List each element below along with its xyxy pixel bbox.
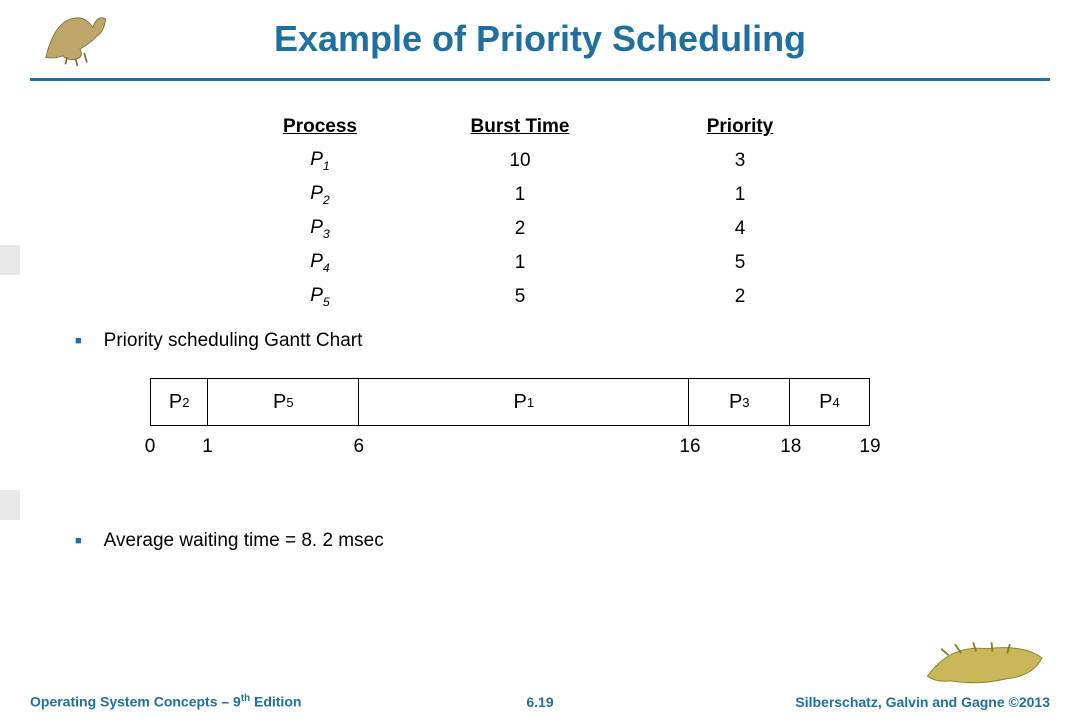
col-priority: Priority	[630, 116, 850, 138]
footer-page-number: 6.19	[526, 694, 553, 710]
slide-title: Example of Priority Scheduling	[274, 18, 806, 59]
gantt-segment: P3	[689, 379, 790, 425]
gantt-tick: 6	[354, 436, 365, 458]
table-row: P1 10 3	[230, 144, 850, 178]
left-accent-2	[0, 490, 20, 520]
slide-header: Example of Priority Scheduling	[0, 18, 1080, 60]
footer-right: Silberschatz, Galvin and Gagne ©2013	[795, 694, 1050, 710]
gantt-segment: P1	[359, 379, 689, 425]
col-process: Process	[230, 116, 410, 138]
burst-cell: 1	[410, 184, 630, 206]
process-cell: P2	[230, 183, 410, 207]
title-underline	[30, 78, 1050, 81]
gantt-ticks: 0 1 6 16 18 19	[150, 436, 870, 466]
priority-cell: 5	[630, 252, 850, 274]
gantt-chart: P2 P5 P1 P3 P4 0 1 6 16 18 19	[150, 378, 870, 466]
bullet-avg-wait: ■ Average waiting time = 8. 2 msec	[75, 530, 384, 552]
gantt-segment: P5	[208, 379, 359, 425]
gantt-tick: 16	[679, 436, 700, 458]
table-row: P3 2 4	[230, 212, 850, 246]
dinosaur-bottom-right-icon	[922, 635, 1052, 690]
table-row: P4 1 5	[230, 246, 850, 280]
table-row: P5 5 2	[230, 280, 850, 314]
left-accent-1	[0, 245, 20, 275]
bullet-gantt-heading: ■ Priority scheduling Gantt Chart	[75, 330, 362, 352]
burst-cell: 5	[410, 286, 630, 308]
gantt-tick: 0	[145, 436, 156, 458]
table-row: P2 1 1	[230, 178, 850, 212]
gantt-bar: P2 P5 P1 P3 P4	[150, 378, 870, 426]
priority-cell: 2	[630, 286, 850, 308]
priority-cell: 3	[630, 150, 850, 172]
priority-cell: 4	[630, 218, 850, 240]
bullet-icon: ■	[75, 335, 82, 347]
process-cell: P4	[230, 251, 410, 275]
gantt-tick: 1	[202, 436, 213, 458]
bullet-icon: ■	[75, 535, 82, 547]
bullet-text: Average waiting time = 8. 2 msec	[104, 530, 384, 552]
gantt-segment: P2	[151, 379, 208, 425]
process-cell: P3	[230, 217, 410, 241]
footer-left: Operating System Concepts – 9th Edition	[30, 693, 301, 710]
process-cell: P1	[230, 149, 410, 173]
gantt-tick: 19	[859, 436, 880, 458]
priority-cell: 1	[630, 184, 850, 206]
burst-cell: 10	[410, 150, 630, 172]
process-cell: P5	[230, 285, 410, 309]
burst-cell: 2	[410, 218, 630, 240]
burst-cell: 1	[410, 252, 630, 274]
process-table: Process Burst Time Priority P1 10 3 P2 1…	[230, 110, 850, 314]
gantt-segment: P4	[790, 379, 869, 425]
slide: Example of Priority Scheduling Process B…	[0, 0, 1080, 720]
bullet-text: Priority scheduling Gantt Chart	[104, 330, 363, 352]
process-table-header: Process Burst Time Priority	[230, 110, 850, 144]
col-burst-time: Burst Time	[410, 116, 630, 138]
gantt-tick: 18	[780, 436, 801, 458]
